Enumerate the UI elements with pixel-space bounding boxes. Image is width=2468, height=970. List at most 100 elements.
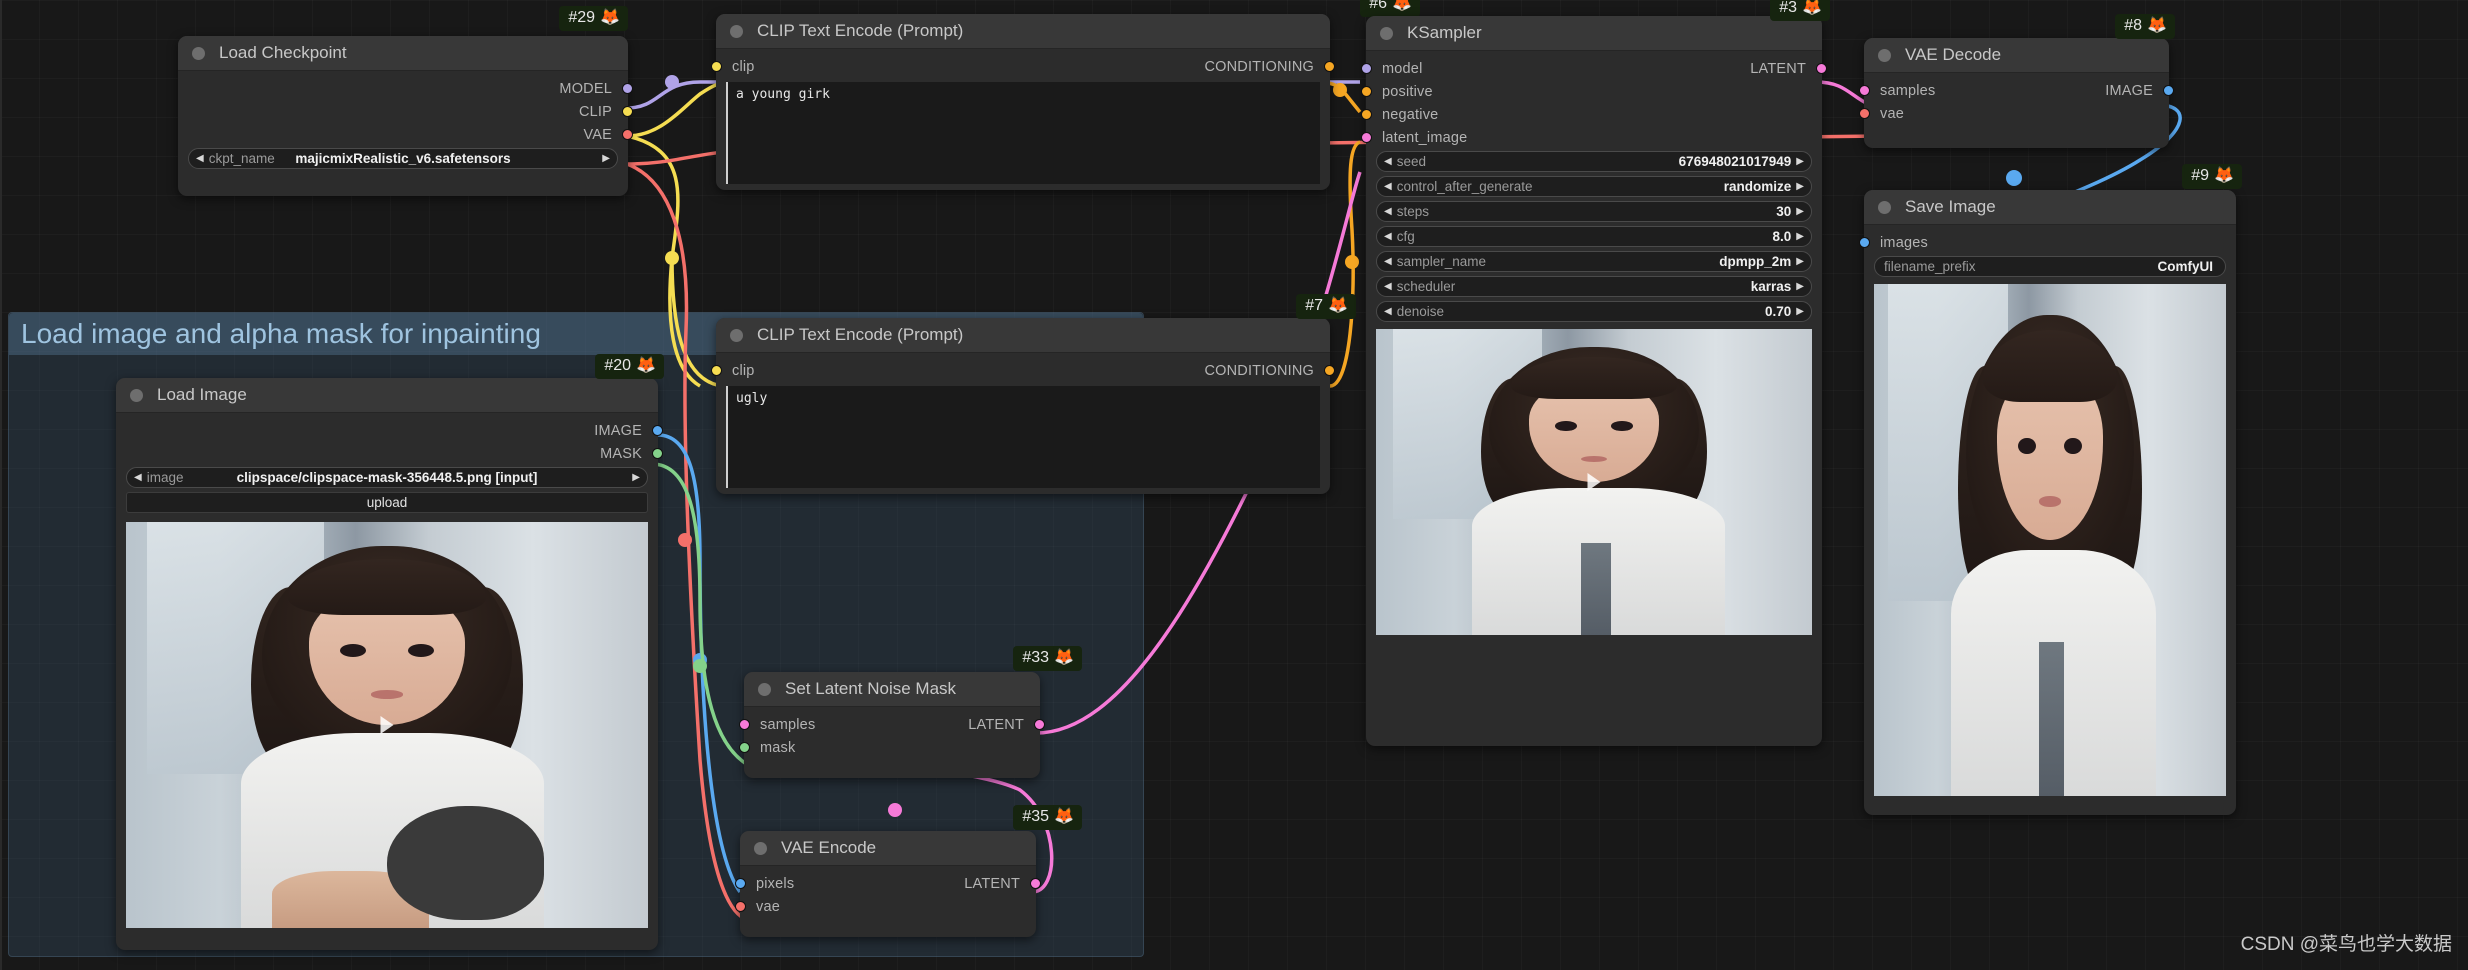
node-header[interactable]: Save Image [1864,190,2236,225]
collapse-dot-icon[interactable] [1878,200,1891,214]
chevron-left-icon[interactable]: ◀ [1384,231,1392,242]
node-clip-text-encode-positive[interactable]: #6 🦊 CLIP Text Encode (Prompt) clip COND… [711,0,1420,190]
chevron-left-icon[interactable]: ◀ [196,153,204,164]
port-dot-latent[interactable] [1816,63,1827,74]
upload-button[interactable]: upload [126,492,648,513]
node-header[interactable]: VAE Encode [740,831,1036,866]
node-clip-text-encode-negative[interactable]: #7 🦊 CLIP Text Encode (Prompt) clip COND… [711,294,1356,494]
port-dot-clip[interactable] [711,365,722,376]
input-port-vae[interactable]: vae [1859,104,2169,123]
io-row-model-latent[interactable]: model LATENT [1361,59,1827,78]
port-dot-conditioning[interactable] [1324,61,1335,72]
input-port-mask[interactable]: mask [739,738,1040,757]
port-dot-conditioning[interactable] [1324,365,1335,376]
chevron-right-icon[interactable]: ▶ [1796,306,1804,317]
widget-ckpt-name[interactable]: ◀ ckpt_name majicmixRealistic_v6.safeten… [188,148,618,169]
chevron-left-icon[interactable]: ◀ [1384,281,1392,292]
chevron-left-icon[interactable]: ◀ [1384,181,1392,192]
collapse-dot-icon[interactable] [758,682,771,696]
node-vae-decode[interactable]: #8 🦊 VAE Decode samples IMAGE vae [1859,14,2175,148]
prompt-textarea[interactable]: a young girk [726,82,1320,184]
output-port-image[interactable]: IMAGE [116,421,663,440]
widget-sampler-name[interactable]: ◀ sampler_name dpmpp_2m ▶ [1376,251,1812,272]
input-port-negative[interactable]: negative [1361,105,1822,124]
node-header[interactable]: CLIP Text Encode (Prompt) [716,14,1330,49]
port-dot-image[interactable] [652,425,663,436]
output-port-clip[interactable]: CLIP [178,102,633,121]
widget-filename-prefix[interactable]: filename_prefix ComfyUI [1874,256,2226,277]
output-port-model[interactable]: MODEL [178,79,633,98]
node-ksampler[interactable]: #3 🦊 KSampler model LATENT positive nega… [1361,0,1830,746]
chevron-right-icon[interactable]: ▶ [1796,156,1804,167]
port-dot-pixels[interactable] [735,878,746,889]
chevron-right-icon[interactable]: ▶ [632,472,640,483]
port-dot-images[interactable] [1859,237,1870,248]
ksampler-preview-image[interactable] [1376,329,1812,635]
port-dot-image[interactable] [2163,85,2174,96]
port-dot-positive[interactable] [1361,86,1372,97]
node-header[interactable]: Set Latent Noise Mask [744,672,1040,707]
chevron-right-icon[interactable]: ▶ [1796,206,1804,217]
input-port-images[interactable]: images [1859,233,2236,252]
input-port-positive[interactable]: positive [1361,82,1822,101]
node-header[interactable]: KSampler [1366,16,1822,51]
widget-scheduler[interactable]: ◀ scheduler karras ▶ [1376,276,1812,297]
input-port-latent-image[interactable]: latent_image [1361,128,1822,147]
node-load-checkpoint[interactable]: #29 🦊 Load Checkpoint MODEL CLIP VAE ◀ c… [178,6,633,196]
chevron-right-icon[interactable]: ▶ [1796,231,1804,242]
port-dot-vae[interactable] [735,901,746,912]
chevron-right-icon[interactable]: ▶ [1796,256,1804,267]
chevron-left-icon[interactable]: ◀ [1384,156,1392,167]
widget-seed[interactable]: ◀ seed 676948021017949 ▶ [1376,151,1812,172]
chevron-left-icon[interactable]: ◀ [1384,306,1392,317]
node-header[interactable]: Load Image [116,378,658,413]
port-dot-mask[interactable] [652,448,663,459]
widget-image[interactable]: ◀ image clipspace/clipspace-mask-356448.… [126,467,648,488]
chevron-left-icon[interactable]: ◀ [1384,206,1392,217]
widget-control-after-generate[interactable]: ◀ control_after_generate randomize ▶ [1376,176,1812,197]
chevron-left-icon[interactable]: ◀ [134,472,142,483]
io-row-samples-image[interactable]: samples IMAGE [1859,81,2174,100]
port-dot-vae[interactable] [622,129,633,140]
widget-denoise[interactable]: ◀ denoise 0.70 ▶ [1376,301,1812,322]
port-dot-clip[interactable] [622,106,633,117]
node-save-image[interactable]: #9 🦊 Save Image images filename_prefix C… [1859,164,2242,815]
port-dot-samples[interactable] [1859,85,1870,96]
widget-steps[interactable]: ◀ steps 30 ▶ [1376,201,1812,222]
port-dot-clip[interactable] [711,61,722,72]
node-header[interactable]: CLIP Text Encode (Prompt) [716,318,1330,353]
save-image-preview[interactable] [1874,284,2226,796]
node-load-image[interactable]: #20 🦊 Load Image IMAGE MASK ◀ image clip… [116,354,664,950]
collapse-dot-icon[interactable] [730,24,743,38]
port-dot-negative[interactable] [1361,109,1372,120]
port-dot-latent[interactable] [1030,878,1041,889]
collapse-dot-icon[interactable] [1878,48,1891,62]
collapse-dot-icon[interactable] [1380,26,1393,40]
port-dot-model[interactable] [1361,63,1372,74]
load-image-preview[interactable] [126,522,648,928]
node-set-latent-noise-mask[interactable]: #33 🦊 Set Latent Noise Mask samples LATE… [739,646,1082,778]
port-dot-latent-image[interactable] [1361,132,1372,143]
input-port-vae[interactable]: vae [735,897,1036,916]
node-header[interactable]: Load Checkpoint [178,36,628,71]
io-row-pixels-latent[interactable]: pixels LATENT [735,874,1041,893]
chevron-right-icon[interactable]: ▶ [602,153,610,164]
node-vae-encode[interactable]: #35 🦊 VAE Encode pixels LATENT vae [735,805,1082,937]
collapse-dot-icon[interactable] [730,328,743,342]
io-row-clip-conditioning[interactable]: clip CONDITIONING [711,361,1335,380]
port-dot-vae[interactable] [1859,108,1870,119]
port-dot-samples[interactable] [739,719,750,730]
prompt-textarea[interactable]: ugly [726,386,1320,488]
play-icon[interactable] [1587,473,1601,491]
port-dot-model[interactable] [622,83,633,94]
node-header[interactable]: VAE Decode [1864,38,2169,73]
widget-cfg[interactable]: ◀ cfg 8.0 ▶ [1376,226,1812,247]
port-dot-latent[interactable] [1034,719,1045,730]
collapse-dot-icon[interactable] [192,46,205,60]
port-dot-mask[interactable] [739,742,750,753]
output-port-vae[interactable]: VAE [178,125,633,144]
collapse-dot-icon[interactable] [130,388,143,402]
collapse-dot-icon[interactable] [754,841,767,855]
io-row-samples-latent[interactable]: samples LATENT [739,715,1045,734]
play-icon[interactable] [380,716,394,734]
